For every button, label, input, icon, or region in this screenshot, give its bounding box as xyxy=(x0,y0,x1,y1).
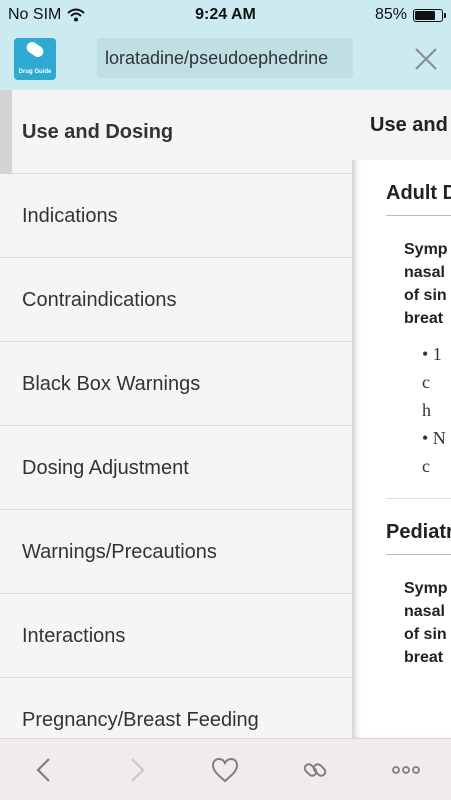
section-title-adult: Adult D xyxy=(386,182,451,216)
menu-item-label: Interactions xyxy=(22,625,126,647)
menu-item-label: Use and Dosing xyxy=(22,121,174,143)
forward-icon[interactable] xyxy=(121,755,151,785)
bottom-toolbar xyxy=(0,738,451,800)
heart-icon[interactable] xyxy=(210,755,240,785)
para-line: of sin xyxy=(404,287,447,304)
bullet-line: h xyxy=(422,400,431,420)
content-panel[interactable]: Use and Adult D Symp nasal of sin breat … xyxy=(352,90,451,738)
menu-item-black-box-warnings[interactable]: Black Box Warnings xyxy=(0,342,352,426)
menu-item-label: Warnings/Precautions xyxy=(22,541,217,563)
back-icon[interactable] xyxy=(30,755,60,785)
battery-percent: 85% xyxy=(374,6,407,23)
para-line: breat xyxy=(404,649,444,666)
menu-item-warnings-precautions[interactable]: Warnings/Precautions xyxy=(0,510,352,594)
menu-item-pregnancy-breast-feeding[interactable]: Pregnancy/Breast Feeding xyxy=(0,678,352,738)
menu-item-label: Contraindications xyxy=(22,289,177,311)
section-menu: Use and Dosing Indications Contraindicat… xyxy=(0,90,352,738)
para-line: of sin xyxy=(404,626,447,643)
bullet-line: • N xyxy=(422,428,446,448)
menu-item-label: Pregnancy/Breast Feeding xyxy=(22,709,259,731)
pill-icon xyxy=(24,39,46,60)
close-icon[interactable] xyxy=(413,46,439,72)
menu-item-label: Indications xyxy=(22,205,118,227)
para-line: nasal xyxy=(404,603,445,620)
app-header: Drug Guide loratadine/pseudoephedrine xyxy=(0,30,451,90)
menu-item-label: Dosing Adjustment xyxy=(22,457,189,479)
app-icon-label: Drug Guide xyxy=(18,69,52,75)
bullet-list: • 1 c h • N c xyxy=(422,340,451,480)
menu-item-dosing-adjustment[interactable]: Dosing Adjustment xyxy=(0,426,352,510)
menu-item-interactions[interactable]: Interactions xyxy=(0,594,352,678)
battery-icon xyxy=(413,8,446,22)
para-line: nasal xyxy=(404,264,445,281)
drug-title-field[interactable]: loratadine/pseudoephedrine xyxy=(97,38,353,78)
menu-item-use-and-dosing[interactable]: Use and Dosing xyxy=(0,90,352,174)
section-paragraph: Symp nasal of sin breat xyxy=(404,577,451,669)
content-header: Use and xyxy=(352,90,451,160)
more-icon[interactable] xyxy=(391,755,421,785)
status-bar: No SIM 9:24 AM 85% xyxy=(0,0,451,30)
app-icon[interactable]: Drug Guide xyxy=(14,38,56,80)
bullet-line: c xyxy=(422,456,430,476)
section-paragraph: Symp nasal of sin breat xyxy=(404,238,451,330)
link-icon[interactable] xyxy=(300,755,330,785)
section-title-pediatric: Pediatr xyxy=(386,521,451,555)
para-line: breat xyxy=(404,310,444,327)
menu-item-label: Black Box Warnings xyxy=(22,373,201,395)
bullet-line: • 1 xyxy=(422,344,442,364)
bullet-line: c xyxy=(422,372,430,392)
menu-item-indications[interactable]: Indications xyxy=(0,174,352,258)
para-line: Symp xyxy=(404,241,448,258)
menu-item-contraindications[interactable]: Contraindications xyxy=(0,258,352,342)
divider xyxy=(386,498,451,499)
para-line: Symp xyxy=(404,580,448,597)
